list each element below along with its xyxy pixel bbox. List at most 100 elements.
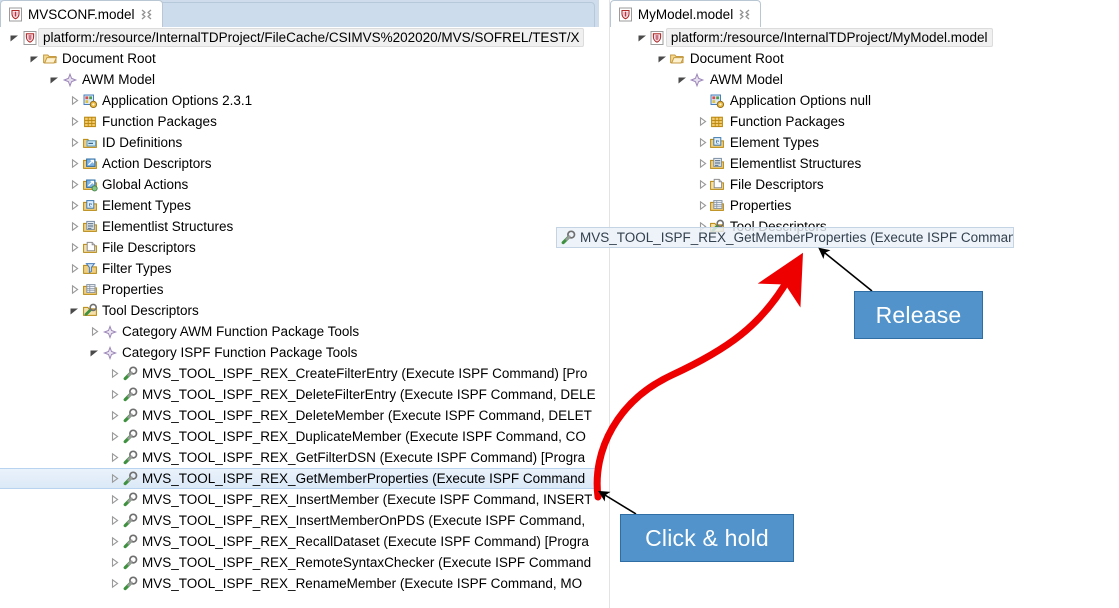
tab-mvsconf-model[interactable]: MVSCONF.model [0,0,163,27]
chevron-down-icon[interactable] [48,69,61,90]
tree-row-label: Function Packages [102,114,217,129]
chevron-down-icon[interactable] [8,27,21,48]
chevron-right-icon[interactable] [68,216,81,237]
tab-mymodel-model[interactable]: MyModel.model [609,0,762,27]
tree-row[interactable]: platform:/resource/InternalTDProject/MyM… [610,27,1119,48]
chevron-right-icon[interactable] [696,132,709,153]
category-icon [101,321,118,342]
chevron-right-icon[interactable] [108,363,121,384]
tree-row[interactable]: MVS_TOOL_ISPF_REX_RecallDataset (Execute… [0,531,599,552]
tree-row[interactable]: File Descriptors [610,174,1119,195]
chevron-right-icon[interactable] [696,153,709,174]
tree-row[interactable]: AWM Model [610,69,1119,90]
elementlist-structures-icon [709,153,726,174]
tree-row-label: MVS_TOOL_ISPF_REX_DeleteFilterEntry (Exe… [142,387,596,402]
tree-row[interactable]: Category AWM Function Package Tools [0,321,599,342]
chevron-right-icon[interactable] [696,111,709,132]
chevron-right-icon[interactable] [108,447,121,468]
tree-row-label: Properties [102,282,164,297]
chevron-right-icon[interactable] [108,531,121,552]
tree-row[interactable]: Properties [610,195,1119,216]
tree-row[interactable]: MVS_TOOL_ISPF_REX_RemoteSyntaxChecker (E… [0,552,599,573]
tool-icon [559,228,576,247]
chevron-right-icon[interactable] [68,153,81,174]
tree-row[interactable]: Filter Types [0,258,599,279]
chevron-right-icon[interactable] [108,468,121,489]
tree-row[interactable]: Function Packages [0,111,599,132]
chevron-right-icon[interactable] [108,552,121,573]
close-icon[interactable] [738,8,751,21]
tree-row[interactable]: Application Options 2.3.1 [0,90,599,111]
tree-row[interactable]: ID Definitions [0,132,599,153]
function-packages-icon [709,111,726,132]
tree-row[interactable]: MVS_TOOL_ISPF_REX_DeleteMember (Execute … [0,405,599,426]
tree-row[interactable]: Tool Descriptors [0,300,599,321]
tree-row[interactable]: Document Root [0,48,599,69]
tree-row[interactable]: e Element Types [610,132,1119,153]
tree-row-label: MVS_TOOL_ISPF_REX_GetMemberProperties (E… [142,471,586,486]
chevron-right-icon[interactable] [68,279,81,300]
chevron-right-icon[interactable] [108,573,121,594]
chevron-right-icon[interactable] [68,195,81,216]
chevron-down-icon[interactable] [88,342,101,363]
chevron-right-icon[interactable] [88,321,101,342]
chevron-down-icon[interactable] [636,27,649,48]
filter-types-icon [81,258,98,279]
chevron-right-icon[interactable] [68,258,81,279]
tree-row[interactable]: MVS_TOOL_ISPF_REX_CreateFilterEntry (Exe… [0,363,599,384]
chevron-right-icon[interactable] [108,405,121,426]
chevron-down-icon[interactable] [656,48,669,69]
chevron-right-icon[interactable] [68,90,81,111]
chevron-right-icon[interactable] [696,174,709,195]
chevron-right-icon[interactable] [68,132,81,153]
tree-row[interactable]: Function Packages [610,111,1119,132]
tool-icon [121,510,138,531]
tree-row[interactable]: platform:/resource/InternalTDProject/Fil… [0,27,599,48]
chevron-right-icon[interactable] [108,426,121,447]
tree-row[interactable]: Action Descriptors [0,153,599,174]
tree-row[interactable]: MVS_TOOL_ISPF_REX_DeleteFilterEntry (Exe… [0,384,599,405]
application-options-icon [709,90,726,111]
chevron-down-icon[interactable] [68,300,81,321]
chevron-right-icon[interactable] [108,489,121,510]
chevron-right-icon[interactable] [68,111,81,132]
tree-row[interactable]: Elementlist Structures [0,216,599,237]
chevron-right-icon[interactable] [696,195,709,216]
tree-row[interactable]: MVS_TOOL_ISPF_REX_RenameMember (Execute … [0,573,599,594]
chevron-right-icon[interactable] [68,237,81,258]
tree-row[interactable]: e Element Types [0,195,599,216]
tree-row[interactable]: MVS_TOOL_ISPF_REX_DuplicateMember (Execu… [0,426,599,447]
tree-row[interactable]: Application Options null [610,90,1119,111]
close-icon[interactable] [140,8,153,21]
tree-row[interactable]: Category ISPF Function Package Tools [0,342,599,363]
pane-divider[interactable] [598,0,609,608]
tree-row[interactable]: Elementlist Structures [610,153,1119,174]
tree-row-label: Tool Descriptors [102,303,199,318]
category-icon [101,342,118,363]
chevron-right-icon[interactable] [108,510,121,531]
chevron-down-icon[interactable] [28,48,41,69]
chevron-down-icon[interactable] [676,69,689,90]
tree-row-label: Application Options 2.3.1 [102,93,253,108]
tree-row-label: Category AWM Function Package Tools [122,324,360,339]
tree-row-label: platform:/resource/InternalTDProject/MyM… [665,28,993,47]
tree-row[interactable]: MVS_TOOL_ISPF_REX_InsertMember (Execute … [0,489,599,510]
tree-row[interactable]: Global Actions [0,174,599,195]
tree-row-label: Element Types [102,198,192,213]
tree-row-selected[interactable]: MVS_TOOL_ISPF_REX_GetMemberProperties (E… [0,468,599,489]
tree-row[interactable]: Properties [0,279,599,300]
tree-row-label: ID Definitions [102,135,183,150]
tree-row[interactable]: MVS_TOOL_ISPF_REX_GetFilterDSN (Execute … [0,447,599,468]
tool-icon [121,405,138,426]
chevron-right-icon[interactable] [68,174,81,195]
tree-row-label: Application Options null [729,93,871,108]
left-model-tree[interactable]: platform:/resource/InternalTDProject/Fil… [0,27,599,608]
document-root-icon [41,48,58,69]
awm-model-icon [689,69,706,90]
tree-row[interactable]: Document Root [610,48,1119,69]
tree-row[interactable]: File Descriptors [0,237,599,258]
tree-row[interactable]: MVS_TOOL_ISPF_REX_InsertMemberOnPDS (Exe… [0,510,599,531]
tree-row[interactable]: AWM Model [0,69,599,90]
tree-row-label: Properties [729,198,792,213]
chevron-right-icon[interactable] [108,384,121,405]
